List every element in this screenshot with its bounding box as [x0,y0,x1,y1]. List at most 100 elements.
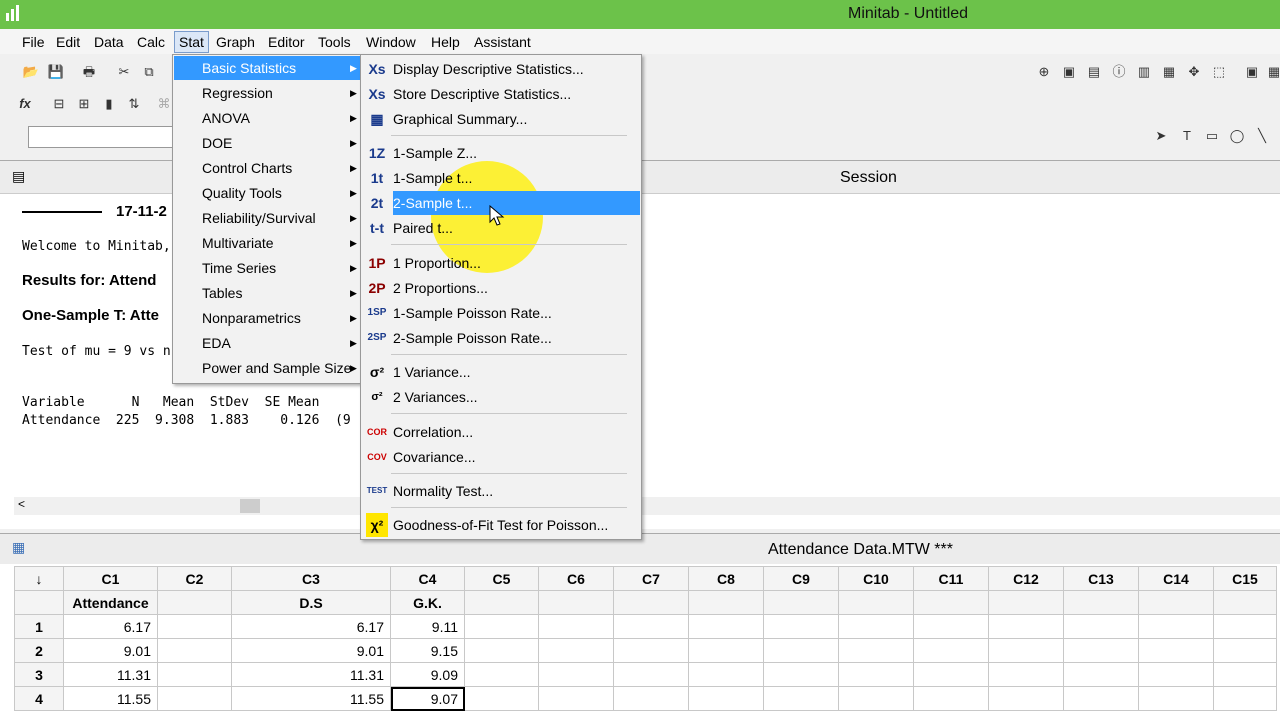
menu-item-time-series[interactable]: Time Series ▶ [174,256,360,280]
cell[interactable]: 9.09 [390,662,465,687]
text-tool-icon[interactable]: T [1178,127,1196,145]
menu-item-doe[interactable]: DOE ▶ [174,131,360,155]
cell[interactable] [1213,686,1277,711]
column-name[interactable]: Attendance [63,590,158,615]
column-name[interactable] [838,590,914,615]
column-header[interactable]: C1 [63,566,158,591]
menu-help[interactable]: Help [427,32,464,52]
sheet-tool-icon[interactable]: ▣ [1243,63,1261,81]
sort-icon[interactable]: ⇅ [125,95,143,113]
menu-item-goodness-of-fit[interactable]: χ² Goodness-of-Fit Test for Poisson... [362,513,640,537]
cell[interactable] [464,686,539,711]
brush-icon[interactable]: ✥ [1185,63,1203,81]
cell[interactable] [763,686,839,711]
graph-tool-icon[interactable]: ⬚ [1210,63,1228,81]
cell[interactable] [988,614,1064,639]
menu-item-reliability[interactable]: Reliability/Survival ▶ [174,206,360,230]
menu-edit[interactable]: Edit [52,32,84,52]
corner-arrow-icon[interactable]: ↓ [14,566,64,591]
row-number[interactable]: 2 [14,638,64,663]
cell[interactable] [688,686,764,711]
menu-item-normality-test[interactable]: TEST Normality Test... [362,479,640,503]
column-header[interactable]: C7 [613,566,689,591]
rectangle-tool-icon[interactable]: ▭ [1203,127,1221,145]
column-header[interactable]: C3 [231,566,391,591]
column-header[interactable]: C15 [1213,566,1277,591]
cell[interactable]: 9.11 [390,614,465,639]
ellipse-tool-icon[interactable]: ◯ [1228,127,1246,145]
menu-item-anova[interactable]: ANOVA ▶ [174,106,360,130]
scroll-left-icon[interactable]: < [18,497,25,511]
menu-item-basic-statistics[interactable]: Basic Statistics ▶ [174,56,360,80]
copy-icon[interactable]: ⧉ [140,63,158,81]
column-header[interactable]: C2 [157,566,232,591]
menu-graph[interactable]: Graph [212,32,259,52]
cell[interactable] [1138,614,1214,639]
cell[interactable] [613,686,689,711]
open-icon[interactable]: 📂 [22,63,40,81]
cell[interactable] [1138,686,1214,711]
cell[interactable] [1063,614,1139,639]
cell[interactable] [1138,638,1214,663]
cell[interactable] [157,686,232,711]
column-name[interactable] [157,590,232,615]
selected-cell[interactable]: 9.07 [390,686,465,711]
cell[interactable] [464,638,539,663]
column-name[interactable] [688,590,764,615]
cell[interactable]: 9.01 [63,638,158,663]
menu-item-eda[interactable]: EDA ▶ [174,331,360,355]
column-name[interactable]: D.S [231,590,391,615]
cell[interactable] [838,638,914,663]
menu-item-2-proportions[interactable]: 2P 2 Proportions... [362,276,640,300]
row-number[interactable]: 4 [14,686,64,711]
menu-item-2-variances[interactable]: σ² 2 Variances... [362,385,640,409]
cell[interactable] [1063,638,1139,663]
cut-icon[interactable]: ✂ [115,63,133,81]
cell[interactable] [464,662,539,687]
cell[interactable] [763,614,839,639]
column-header[interactable]: C14 [1138,566,1214,591]
column-name[interactable] [464,590,539,615]
menu-item-1-sample-poisson[interactable]: 1SP 1-Sample Poisson Rate... [362,301,640,325]
menu-window[interactable]: Window [362,32,420,52]
cell[interactable]: 6.17 [231,614,391,639]
column-name[interactable] [1138,590,1214,615]
cell[interactable] [157,662,232,687]
info-icon[interactable]: ⓘ [1110,63,1128,81]
grid-tool-icon[interactable]: ▦ [1265,63,1280,81]
menu-item-1-variance[interactable]: σ² 1 Variance... [362,360,640,384]
report-icon[interactable]: ▥ [1135,63,1153,81]
menu-stat[interactable]: Stat [174,31,209,53]
layout-tool-icon[interactable]: ▤ [1085,63,1103,81]
column-header[interactable]: C6 [538,566,614,591]
cell[interactable] [538,638,614,663]
menu-item-tables[interactable]: Tables ▶ [174,281,360,305]
column-name[interactable]: G.K. [390,590,465,615]
menu-item-2-sample-poisson[interactable]: 2SP 2-Sample Poisson Rate... [362,326,640,350]
column-header[interactable]: C5 [464,566,539,591]
project-manager-icon[interactable]: ▦ [1160,63,1178,81]
cell[interactable] [538,662,614,687]
cell[interactable] [464,614,539,639]
cell[interactable] [988,686,1064,711]
cell[interactable] [913,686,989,711]
window-tool-icon[interactable]: ▣ [1060,63,1078,81]
cell[interactable] [157,614,232,639]
cell[interactable] [538,614,614,639]
worksheet-tool-icon[interactable]: ⊕ [1035,63,1053,81]
menu-item-covariance[interactable]: COV Covariance... [362,445,640,469]
column-name[interactable] [538,590,614,615]
cell[interactable] [1063,662,1139,687]
menu-calc[interactable]: Calc [133,32,169,52]
column-header[interactable]: C11 [913,566,989,591]
menu-item-1-sample-t[interactable]: 1t 1-Sample t... [362,166,640,190]
column-name[interactable] [1063,590,1139,615]
row-number[interactable]: 1 [14,614,64,639]
menu-item-nonparametrics[interactable]: Nonparametrics ▶ [174,306,360,330]
cell[interactable] [1138,662,1214,687]
column-header[interactable]: C10 [838,566,914,591]
menu-item-power-sample-size[interactable]: Power and Sample Size ▶ [174,356,360,380]
column-name[interactable] [1213,590,1277,615]
menu-item-1-proportion[interactable]: 1P 1 Proportion... [362,251,640,275]
cell[interactable] [613,662,689,687]
